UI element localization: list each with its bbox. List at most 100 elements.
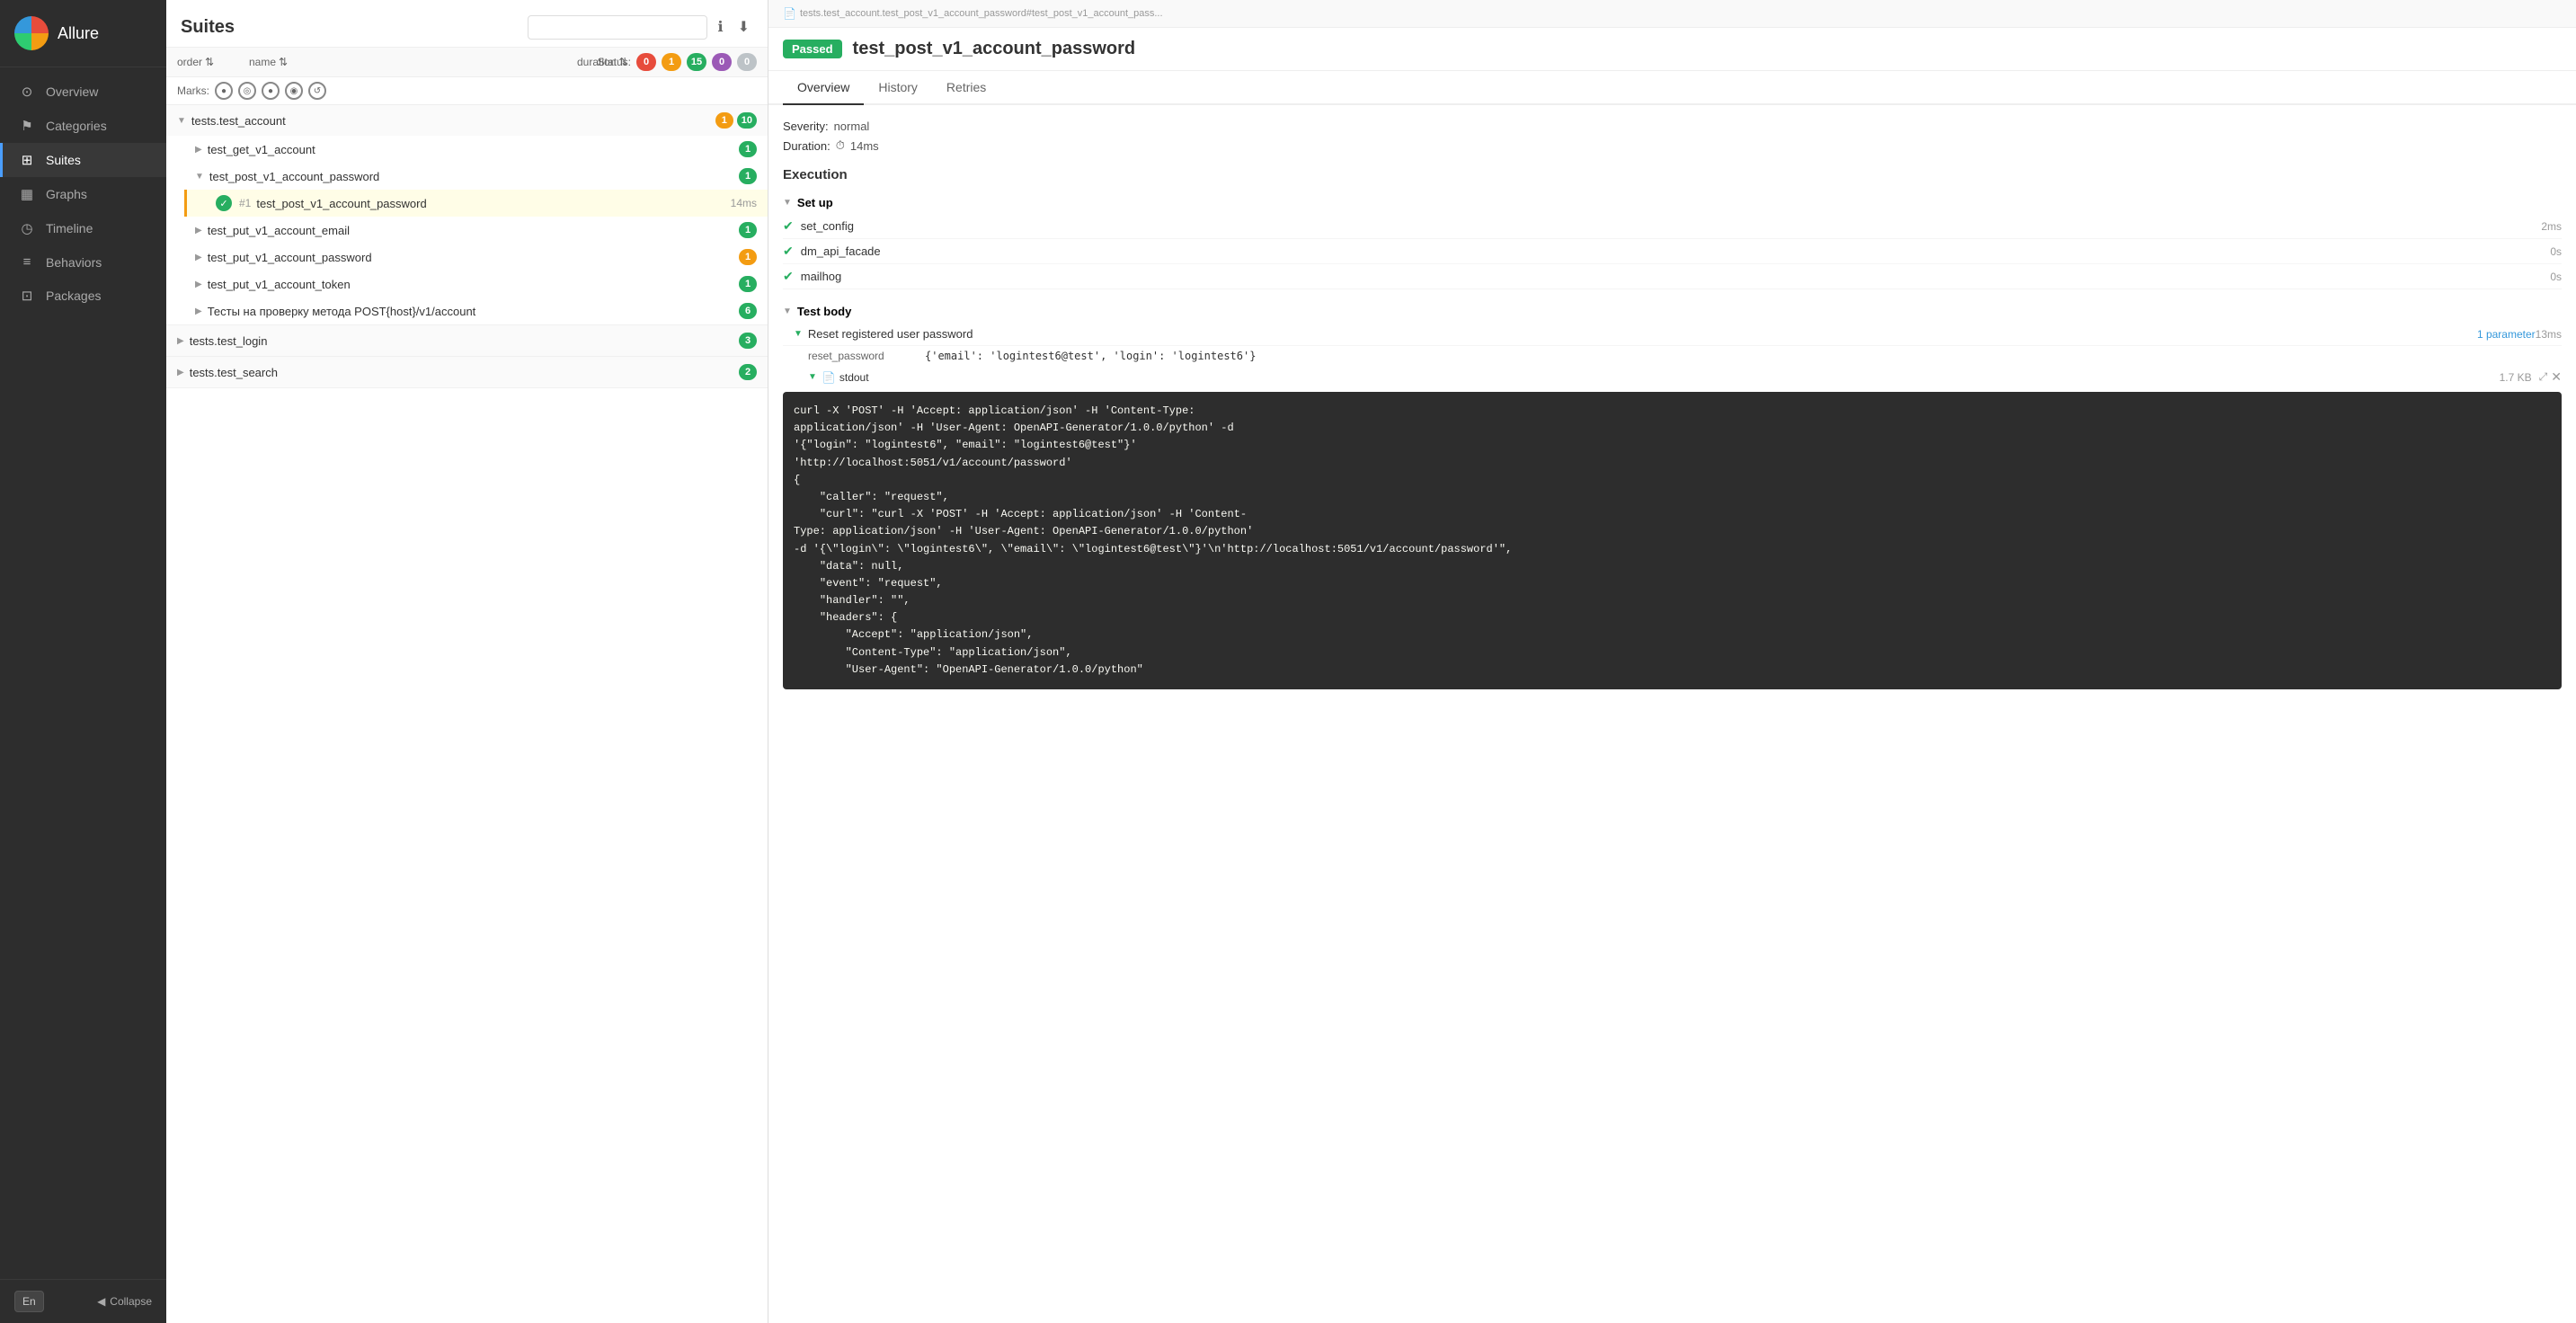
main-content: Suites ℹ ⬇ order ⇅ name ⇅ duration ⇅ Sta… [166,0,2576,1323]
mark-circle[interactable]: ● [215,82,233,100]
chevron-down-icon: ▼ [195,172,204,182]
step-name: Reset registered user password [808,327,2472,341]
suite-badge: 3 [739,333,757,349]
packages-icon: ⊡ [19,288,35,304]
document-icon: 📄 [783,7,796,20]
sub-suite-header-post-host[interactable]: ▶ Тесты на проверку метода POST{host}/v1… [184,297,768,324]
order-column-header[interactable]: order ⇅ [177,56,249,68]
collapse-button[interactable]: ◀ Collapse [97,1295,152,1308]
document-icon: 📄 [822,371,836,384]
suite-badge-yellow: 1 [715,112,733,129]
detail-header: Passed test_post_v1_account_password [768,28,2576,71]
sub-suite-name: Тесты на проверку метода POST{host}/v1/a… [208,305,735,318]
setup-section: ▼ Set up ✔ set_config 2ms ✔ dm_api_facad… [783,191,2562,289]
test-number: #1 [239,197,251,209]
sub-suite-get-account: ▶ test_get_v1_account 1 [166,136,768,163]
test-item-post-account-password-1[interactable]: ✓ #1 test_post_v1_account_password 14ms [184,190,768,217]
name-column-header[interactable]: name ⇅ [249,56,577,68]
tab-retries[interactable]: Retries [932,71,1000,105]
status-count-passed[interactable]: 15 [687,53,706,71]
collapse-arrow-icon: ◀ [97,1295,105,1308]
sub-suite-header-get-account[interactable]: ▶ test_get_v1_account 1 [184,136,768,163]
detail-meta: Severity: normal Duration: ⏱ 14ms [783,120,2562,153]
close-icon[interactable]: ✕ [2551,369,2562,385]
chevron-down-icon: ▼ [177,116,186,126]
suite-group-header-test-account[interactable]: ▼ tests.test_account 1 10 [166,105,768,136]
language-button[interactable]: En [14,1291,44,1312]
detail-content: Severity: normal Duration: ⏱ 14ms Execut… [768,105,2576,1323]
sub-suite-header-put-account-password[interactable]: ▶ test_put_v1_account_password 1 [184,244,768,271]
tab-overview[interactable]: Overview [783,71,864,105]
info-button[interactable]: ℹ [715,14,727,40]
suites-panel: Suites ℹ ⬇ order ⇅ name ⇅ duration ⇅ Sta… [166,0,768,1323]
clock-icon: ⏱ [836,138,845,153]
suites-header: Suites ℹ ⬇ [166,0,768,48]
suite-group-header-test-search[interactable]: ▶ tests.test_search 2 [166,357,768,387]
suites-search-input[interactable] [528,15,707,40]
sub-suite-header-put-account-email[interactable]: ▶ test_put_v1_account_email 1 [184,217,768,244]
app-logo-icon [14,16,49,50]
tab-history[interactable]: History [864,71,932,105]
suites-toolbar: ℹ ⬇ [528,14,753,40]
setup-duration: 0s [2550,271,2562,283]
sidebar-item-label: Categories [46,119,107,133]
sidebar-logo: Allure [0,0,166,67]
detail-panel: 📄 tests.test_account.test_post_v1_accoun… [768,0,2576,1323]
attachment-name: stdout [839,371,2500,384]
check-circle-icon: ✔ [783,269,794,284]
sub-suite-post-account-password: ▼ test_post_v1_account_password 1 ✓ #1 t… [166,163,768,217]
setup-item-mailhog: ✔ mailhog 0s [783,264,2562,289]
check-circle-icon: ✔ [783,244,794,259]
execution-title: Execution [783,167,2562,182]
suite-group-header-test-login[interactable]: ▶ tests.test_login 3 [166,325,768,356]
step-param-count: 1 parameter [2477,328,2536,341]
sidebar-item-graphs[interactable]: ▦ Graphs [0,177,166,211]
mark-refresh[interactable]: ↺ [308,82,326,100]
sidebar-item-categories[interactable]: ⚑ Categories [0,109,166,143]
attachment-stdout: ▼ 📄 stdout 1.7 KB ⤢ ✕ [783,366,2562,388]
breadcrumb: 📄 tests.test_account.test_post_v1_accoun… [768,0,2576,28]
expand-icon[interactable]: ⤢ [2539,370,2548,384]
suite-group-name: tests.test_login [190,334,735,348]
status-count-broken[interactable]: 1 [662,53,681,71]
detail-tabs: Overview History Retries [768,71,2576,105]
download-button[interactable]: ⬇ [734,14,753,40]
chevron-right-icon: ▶ [195,280,202,289]
param-value: {'email': 'logintest6@test', 'login': 'l… [925,350,1256,362]
graphs-icon: ▦ [19,186,35,202]
status-count-skipped[interactable]: 0 [712,53,732,71]
sub-suite-badge: 1 [739,141,757,157]
test-duration: 14ms [731,197,757,209]
sub-suite-name: test_get_v1_account [208,143,735,156]
check-circle-icon: ✔ [783,218,794,234]
status-count-unknown[interactable]: 0 [737,53,757,71]
setup-duration: 0s [2550,245,2562,258]
sidebar-item-behaviors[interactable]: ≡ Behaviors [0,245,166,279]
chevron-down-icon: ▼ [783,306,792,316]
sub-suite-name: test_put_v1_account_token [208,278,735,291]
sub-suite-header-post-account-password[interactable]: ▼ test_post_v1_account_password 1 [184,163,768,190]
sidebar-item-packages[interactable]: ⊡ Packages [0,279,166,313]
chevron-down-icon: ▼ [808,372,817,382]
chevron-right-icon: ▶ [177,368,184,377]
setup-duration: 2ms [2541,220,2562,233]
setup-name: dm_api_facade [801,244,2551,258]
sub-suite-header-put-account-token[interactable]: ▶ test_put_v1_account_token 1 [184,271,768,297]
mark-fill[interactable]: ◉ [285,82,303,100]
test-body-header[interactable]: ▼ Test body [783,300,2562,323]
setup-item-dm-api-facade: ✔ dm_api_facade 0s [783,239,2562,264]
step-duration: 13ms [2536,328,2562,341]
detail-test-name: test_post_v1_account_password [853,39,1136,59]
sidebar-item-overview[interactable]: ⊙ Overview [0,75,166,109]
sidebar-item-suites[interactable]: ⊞ Suites [0,143,166,177]
chevron-right-icon: ▶ [195,306,202,316]
setup-name: set_config [801,219,2542,233]
step-reset-password[interactable]: ▼ Reset registered user password 1 param… [783,323,2562,346]
sidebar-item-timeline[interactable]: ◷ Timeline [0,211,166,245]
setup-header[interactable]: ▼ Set up [783,191,2562,214]
status-count-failed[interactable]: 0 [636,53,656,71]
param-row-reset-password: reset_password {'email': 'logintest6@tes… [783,346,2562,366]
mark-circle2[interactable]: ● [262,82,280,100]
chevron-right-icon: ▶ [195,145,202,155]
mark-target[interactable]: ◎ [238,82,256,100]
